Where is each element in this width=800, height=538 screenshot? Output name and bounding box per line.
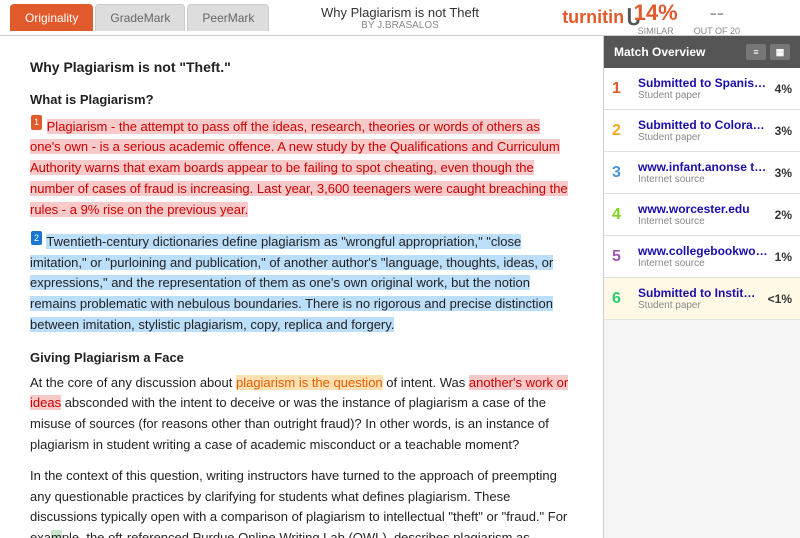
match-subtitle-3: Internet source [638, 174, 769, 185]
similarity-label: SIMILAR [634, 26, 678, 36]
match-info-6: Submitted to Institute ... Student paper [638, 286, 762, 311]
right-panel: Match Overview ≡ ▦ 1 Submitted to Spanis… [604, 36, 800, 538]
similarity-percent-box: 14% SIMILAR [634, 0, 678, 36]
similarity-badge: 14% SIMILAR -- OUT OF 20 [634, 0, 740, 36]
para1: 1 Plagiarism - the attempt to pass off t… [30, 115, 573, 220]
match-percent-4: 2% [775, 208, 792, 222]
tab-originality[interactable]: Originality [10, 4, 93, 31]
match-subtitle-4: Internet source [638, 216, 769, 227]
topbar: Originality GradeMark PeerMark Why Plagi… [0, 0, 800, 36]
match-info-2: Submitted to Colorado... Student paper [638, 118, 769, 143]
match-title-3: www.infant.anonse to... [638, 160, 769, 174]
match-title-5: www.collegebookwor l... [638, 244, 769, 258]
match-overview-title: Match Overview [614, 45, 705, 59]
grade-value: -- [709, 0, 724, 25]
document-title: Why Plagiarism is not Theft BY J.BRASALO… [321, 5, 479, 31]
match-num-5: 5 [612, 248, 630, 266]
grade-box: -- OUT OF 20 [694, 0, 740, 36]
match-overview-header: Match Overview ≡ ▦ [604, 36, 800, 68]
doc-heading2: What is Plagiarism? [30, 90, 573, 111]
turnitin-logo: turnitinᒐ [562, 5, 640, 31]
match-subtitle-6: Student paper [638, 300, 762, 311]
match-title-6: Submitted to Institute ... [638, 286, 762, 300]
match-badge-1: 1 [31, 115, 42, 129]
match-num-4: 4 [612, 206, 630, 224]
doc-heading3: Giving Plagiarism a Face [30, 348, 573, 369]
match-subtitle-5: Internet source [638, 258, 769, 269]
grade-label: OUT OF 20 [694, 26, 740, 36]
match-info-3: www.infant.anonse to... Internet source [638, 160, 769, 185]
highlighted-text-3a: plagiarism is the question [236, 375, 383, 390]
match-item-1[interactable]: 1 Submitted to Spanish ... Student paper… [604, 68, 800, 110]
para3: At the core of any discussion about plag… [30, 373, 573, 456]
highlighted-text-2: Twentieth-century dictionaries define pl… [30, 234, 553, 332]
match-info-5: www.collegebookwor l... Internet source [638, 244, 769, 269]
match-subtitle-2: Student paper [638, 132, 769, 143]
match-num-6: 6 [612, 290, 630, 308]
match-badge-2: 2 [31, 231, 42, 245]
tab-peermark[interactable]: PeerMark [187, 4, 269, 31]
match-num-1: 1 [612, 80, 630, 98]
match-info-4: www.worcester.edu Internet source [638, 202, 769, 227]
similarity-percent: 14% [634, 0, 678, 25]
match-percent-2: 3% [775, 124, 792, 138]
match-num-2: 2 [612, 122, 630, 140]
grid-view-icon[interactable]: ▦ [770, 44, 790, 60]
match-item-6[interactable]: 6 Submitted to Institute ... Student pap… [604, 278, 800, 320]
match-subtitle-1: Student paper [638, 90, 769, 101]
document-author: BY J.BRASALOS [321, 20, 479, 31]
highlighted-text-1: Plagiarism - the attempt to pass off the… [30, 119, 568, 217]
para4: In the context of this question, writing… [30, 466, 573, 538]
match-percent-3: 3% [775, 166, 792, 180]
match-info-1: Submitted to Spanish ... Student paper [638, 76, 769, 101]
view-icons: ≡ ▦ [746, 44, 790, 60]
match-title-4: www.worcester.edu [638, 202, 769, 216]
match-percent-5: 1% [775, 250, 792, 264]
para2: 2 Twentieth-century dictionaries define … [30, 231, 573, 336]
match-num-3: 3 [612, 164, 630, 182]
match-item-5[interactable]: 5 www.collegebookwor l... Internet sourc… [604, 236, 800, 278]
match-percent-1: 4% [775, 82, 792, 96]
match-item-2[interactable]: 2 Submitted to Colorado... Student paper… [604, 110, 800, 152]
match-item-4[interactable]: 4 www.worcester.edu Internet source 2% [604, 194, 800, 236]
match-percent-6: <1% [768, 292, 792, 306]
highlighted-text-4a: m [51, 530, 62, 538]
match-list: 1 Submitted to Spanish ... Student paper… [604, 68, 800, 538]
document-panel[interactable]: Why Plagiarism is not "Theft." What is P… [0, 36, 604, 538]
match-title-2: Submitted to Colorado... [638, 118, 769, 132]
main-area: Why Plagiarism is not "Theft." What is P… [0, 36, 800, 538]
match-title-1: Submitted to Spanish ... [638, 76, 769, 90]
list-view-icon[interactable]: ≡ [746, 44, 766, 60]
doc-heading1: Why Plagiarism is not "Theft." [30, 56, 573, 78]
match-item-3[interactable]: 3 www.infant.anonse to... Internet sourc… [604, 152, 800, 194]
tab-grademark[interactable]: GradeMark [95, 4, 185, 31]
